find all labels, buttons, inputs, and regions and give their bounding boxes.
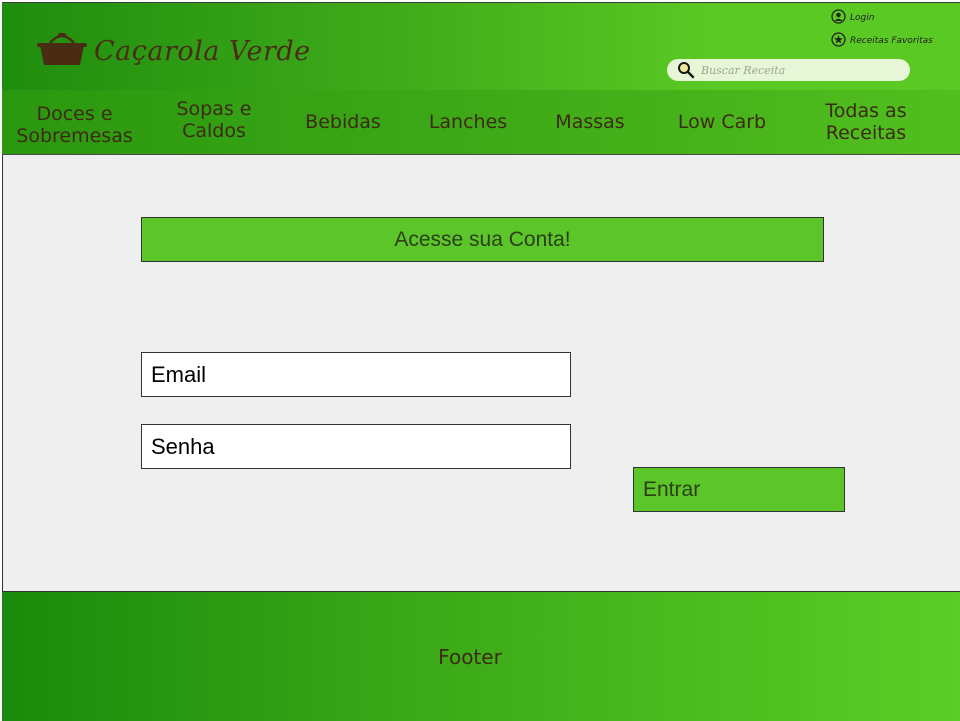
- login-title-banner: Acesse sua Conta!: [141, 217, 824, 262]
- favorites-link[interactable]: Receitas Favoritas: [831, 32, 933, 50]
- nav-item-doces[interactable]: Doces e Sobremesas: [2, 93, 147, 157]
- nav-item-sopas[interactable]: Sopas e Caldos: [148, 88, 280, 152]
- logo[interactable]: Caçarola Verde: [36, 31, 311, 71]
- header: Caçarola Verde Login Receitas Favoritas: [2, 2, 960, 91]
- logo-text: Caçarola Verde: [94, 35, 311, 67]
- category-nav: Doces e Sobremesas Sopas e Caldos Bebidas …: [2, 90, 960, 155]
- email-field[interactable]: Email: [141, 352, 571, 397]
- search-input[interactable]: Buscar Receita: [667, 59, 910, 81]
- nav-item-low-carb[interactable]: Low Carb: [652, 90, 792, 154]
- search-placeholder: Buscar Receita: [701, 63, 786, 77]
- nav-item-lanches[interactable]: Lanches: [408, 90, 528, 154]
- user-icon: [831, 9, 846, 27]
- submit-label: Entrar: [643, 477, 701, 501]
- star-icon: [831, 32, 846, 50]
- email-placeholder: Email: [151, 361, 207, 387]
- favorites-label: Receitas Favoritas: [850, 36, 933, 46]
- pot-icon: [36, 31, 88, 71]
- submit-button[interactable]: Entrar: [633, 467, 845, 512]
- footer-text: Footer: [438, 644, 502, 669]
- search-icon: [677, 61, 695, 79]
- nav-item-bebidas[interactable]: Bebidas: [282, 90, 404, 154]
- footer: Footer: [2, 591, 960, 721]
- nav-item-todas[interactable]: Todas as Receitas: [796, 90, 936, 154]
- password-placeholder: Senha: [151, 433, 215, 459]
- password-field[interactable]: Senha: [141, 424, 571, 469]
- nav-item-massas[interactable]: Massas: [532, 90, 648, 154]
- login-label: Login: [850, 13, 875, 23]
- login-link[interactable]: Login: [831, 9, 874, 27]
